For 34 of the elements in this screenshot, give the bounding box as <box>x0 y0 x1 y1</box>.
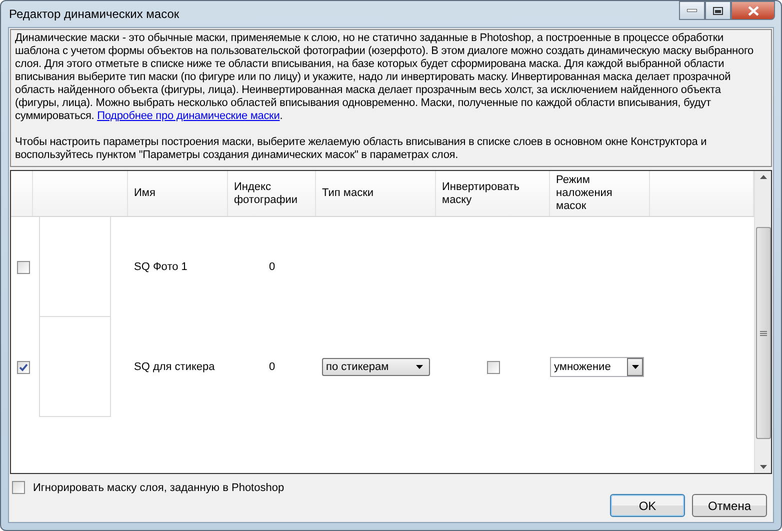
checkbox[interactable] <box>12 481 25 494</box>
scroll-up-icon[interactable] <box>760 175 766 179</box>
close-icon <box>748 6 758 16</box>
checkbox-label: Игнорировать маску слоя, заданную в Photoshop <box>33 482 284 494</box>
mask-type-dropdown[interactable]: по стикерам <box>322 358 430 376</box>
column-header: Индекс фотографии <box>234 180 299 206</box>
close-button[interactable] <box>731 1 775 20</box>
column-header: Имя <box>134 187 156 200</box>
scroll-down-icon[interactable] <box>760 465 766 469</box>
table-cell: SQ Фото 1 <box>134 261 188 273</box>
table-cell: SQ для стикера <box>134 361 215 373</box>
maximize-icon <box>713 6 723 14</box>
checkbox[interactable] <box>17 260 30 274</box>
column-header: Инвертировать маску <box>442 180 520 206</box>
column-header: Тип маски <box>322 187 374 200</box>
note-text: Чтобы настроить параметры построения маски, выберите желаемую область вписывания в списке слоев в основном окне Конструктора и воспользуйтесь пунктом "Параметры создания динамических масок" в параметрах слоя. <box>15 136 708 162</box>
grip-icon <box>760 330 766 336</box>
cancel-button[interactable]: Отмена <box>692 494 767 517</box>
ok-button[interactable]: OK <box>610 494 685 517</box>
window-title: Редактор динамических масок <box>9 7 180 21</box>
caret-icon <box>416 365 423 369</box>
help-link[interactable]: Подробнее про динамические маски <box>97 110 280 122</box>
column-header: Режим наложения масок <box>556 174 614 213</box>
checkbox[interactable] <box>486 360 500 374</box>
blend-mode-dropdown[interactable]: умножение <box>550 357 644 377</box>
table-cell: 0 <box>268 361 276 373</box>
table-cell: 0 <box>268 261 276 273</box>
caret-icon <box>632 365 638 369</box>
maximize-button[interactable] <box>705 1 731 20</box>
checkbox[interactable] <box>17 360 30 374</box>
minimize-icon <box>687 9 697 12</box>
description-text: Динамические маски - это обычные маски, применяемые к слою, но не статично заданные в Photoshop, а построенные в процессе обработки шаблона с учетом формы объектов на пользовательской фотографии (юзерфото). В этом диалоге можно создать динамическую маску выбранного слоя. Для этого отметьте в списке ниже те области вписывания, на базе которых будет сформирована маска. Для каждой выбранной области вписывания выберите тип маски (по фигуре или по лицу) и укажите, надо ли инвертировать маску. Инвертированная маска делает прозрачной область найденного объекта (фигуры, лица). Неинвертированная маска делает прозрачным весь холст, за исключением найденного объекта (фигуры, лица). Можно выбрать несколько областей вписывания одновременно. Маски, полученные по каждой области вписывания, будут суммироваться. Подробнее про динамические маски. <box>15 32 755 123</box>
minimize-button[interactable] <box>679 1 705 20</box>
scrollbar[interactable] <box>754 171 771 473</box>
